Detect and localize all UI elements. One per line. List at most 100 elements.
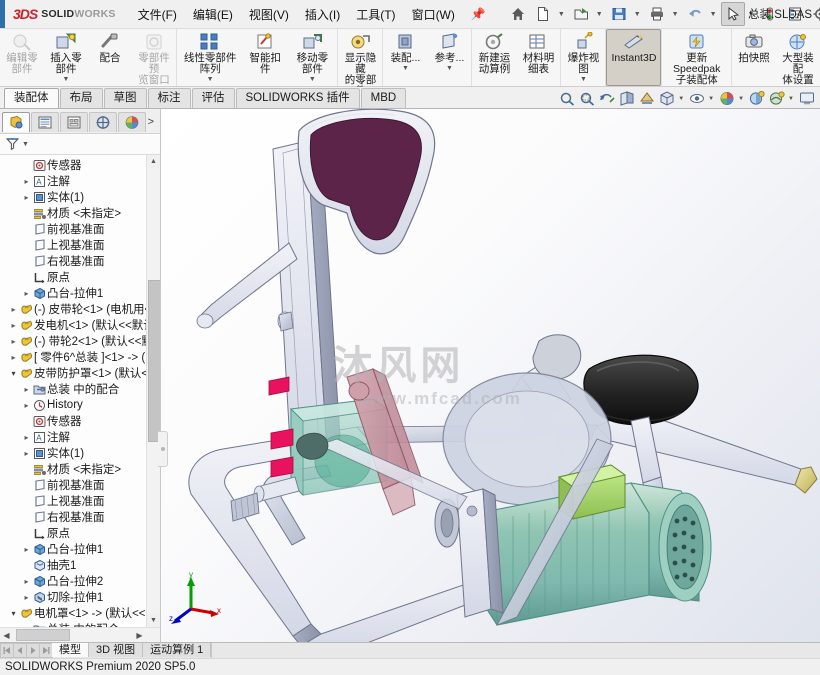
tree-filter-bar[interactable]: ▼ bbox=[0, 134, 160, 155]
tree-horizontal-scrollbar[interactable]: ◀ ▶ bbox=[0, 627, 160, 642]
tree-node[interactable]: ▸ (-) 皮带轮<1> (电机用< bbox=[2, 301, 160, 317]
dropdown-caret-icon[interactable]: ▼ bbox=[669, 11, 682, 18]
menu-insert[interactable]: 插入(I) bbox=[297, 2, 348, 27]
scroll-down-arrow-icon[interactable]: ▼ bbox=[147, 614, 160, 627]
tab-layout[interactable]: 布局 bbox=[59, 88, 103, 108]
tree-scroll-thumb[interactable] bbox=[148, 280, 160, 442]
tree-twisty-collapsed-icon[interactable]: ▸ bbox=[21, 577, 32, 586]
tree-node[interactable]: 前视基准面 bbox=[2, 477, 160, 493]
dropdown-caret-icon[interactable]: ▼ bbox=[707, 11, 720, 18]
dropdown-caret-icon[interactable]: ▼ bbox=[676, 96, 686, 102]
viewport-layout-icon[interactable] bbox=[797, 89, 816, 108]
tree-node[interactable]: ▸ 总装 中的配合 bbox=[2, 381, 160, 397]
menu-window[interactable]: 窗口(W) bbox=[404, 2, 463, 27]
tab-solidworks-addins[interactable]: SOLIDWORKS 插件 bbox=[235, 88, 360, 108]
pin-icon[interactable]: 📌 bbox=[463, 5, 494, 23]
new-document-icon[interactable] bbox=[531, 2, 555, 26]
bill-of-materials-button[interactable]: 材料明 细表 bbox=[516, 29, 560, 86]
panel-resize-grip[interactable] bbox=[158, 431, 168, 467]
tree-node[interactable]: ▸ (-) 带轮2<1> (默认<<默 bbox=[2, 333, 160, 349]
bottom-tab-model[interactable]: 模型 bbox=[52, 643, 89, 657]
instant3d-button[interactable]: Instant3D bbox=[606, 29, 662, 86]
tree-twisty-collapsed-icon[interactable]: ▸ bbox=[8, 337, 19, 346]
apply-scene-icon[interactable] bbox=[747, 89, 766, 108]
tree-node[interactable]: 前视基准面 bbox=[2, 221, 160, 237]
tree-node[interactable]: 上视基准面 bbox=[2, 493, 160, 509]
tree-node[interactable]: 传感器 bbox=[2, 157, 160, 173]
exploded-view-button[interactable]: 爆炸视图 ▼ bbox=[561, 29, 605, 86]
tree-twisty-expanded-icon[interactable]: ▾ bbox=[8, 369, 19, 378]
tree-node[interactable]: ▸ A 注解 bbox=[2, 173, 160, 189]
tree-hscroll-thumb[interactable] bbox=[16, 629, 70, 641]
tree-node[interactable]: 右视基准面 bbox=[2, 253, 160, 269]
dropdown-caret-icon[interactable]: ▼ bbox=[446, 65, 453, 72]
dropdown-caret-icon[interactable]: ▼ bbox=[786, 96, 796, 102]
tree-node[interactable]: ▸ History bbox=[2, 397, 160, 413]
tree-node[interactable]: ▸ 凸台-拉伸1 bbox=[2, 541, 160, 557]
take-snapshot-button[interactable]: 拍快照 bbox=[732, 29, 776, 86]
home-icon[interactable] bbox=[506, 2, 530, 26]
tree-twisty-collapsed-icon[interactable]: ▸ bbox=[21, 177, 32, 186]
expand-manager-tabs-button[interactable]: > bbox=[148, 116, 158, 128]
view-orientation-icon[interactable] bbox=[637, 89, 656, 108]
tree-node[interactable]: ▸ 实体(1) bbox=[2, 445, 160, 461]
undo-icon[interactable] bbox=[683, 2, 707, 26]
menu-file[interactable]: 文件(F) bbox=[130, 2, 185, 27]
tree-twisty-expanded-icon[interactable]: ▾ bbox=[8, 609, 19, 618]
tree-vertical-scrollbar[interactable]: ▲ ▼ bbox=[146, 155, 160, 627]
tree-node[interactable]: ▸ A 注解 bbox=[2, 429, 160, 445]
assembly-features-button[interactable]: 装配... ▼ bbox=[383, 29, 427, 86]
previous-view-icon[interactable] bbox=[597, 89, 616, 108]
dimxpert-manager-tab[interactable] bbox=[89, 112, 117, 132]
assembly-model-3d[interactable] bbox=[161, 109, 820, 642]
move-component-button[interactable]: 移动零部件 ▼ bbox=[287, 29, 337, 86]
smart-fasteners-button[interactable]: 智能扣 件 bbox=[243, 29, 287, 86]
first-icon[interactable] bbox=[0, 643, 14, 658]
tree-node[interactable]: ▸ 切除-拉伸1 bbox=[2, 589, 160, 605]
configuration-manager-tab[interactable] bbox=[60, 112, 88, 132]
section-view-icon[interactable] bbox=[617, 89, 636, 108]
feature-manager-tab[interactable] bbox=[2, 112, 30, 132]
feature-tree[interactable]: 传感器 ▸ A 注解 ▸ 实体(1) 材质 <未指定> 前视基准面 上视基准面 … bbox=[0, 155, 160, 627]
tree-twisty-collapsed-icon[interactable]: ▸ bbox=[8, 321, 19, 330]
tree-node[interactable]: 材质 <未指定> bbox=[2, 461, 160, 477]
bottom-tab-motion-study-1[interactable]: 运动算例 1 bbox=[143, 643, 212, 657]
scroll-left-arrow-icon[interactable]: ◀ bbox=[0, 631, 13, 640]
tree-node[interactable]: ▸ 实体(1) bbox=[2, 189, 160, 205]
dropdown-caret-icon[interactable]: ▼ bbox=[736, 96, 746, 102]
edit-appearance-icon[interactable] bbox=[717, 89, 736, 108]
scroll-right-arrow-icon[interactable]: ▶ bbox=[133, 631, 146, 640]
display-style-icon[interactable] bbox=[657, 89, 676, 108]
tree-node[interactable]: ▾ 电机罩<1> -> (默认<< bbox=[2, 605, 160, 621]
tree-twisty-collapsed-icon[interactable]: ▸ bbox=[21, 593, 32, 602]
tree-node[interactable]: ▸ 凸台-拉伸2 bbox=[2, 573, 160, 589]
tree-twisty-collapsed-icon[interactable]: ▸ bbox=[21, 401, 32, 410]
tree-twisty-collapsed-icon[interactable]: ▸ bbox=[21, 385, 32, 394]
bottom-tab-3dviews[interactable]: 3D 视图 bbox=[89, 643, 144, 657]
tree-node[interactable]: 上视基准面 bbox=[2, 237, 160, 253]
view-settings-icon[interactable] bbox=[767, 89, 786, 108]
next-icon[interactable] bbox=[26, 643, 40, 658]
dropdown-caret-icon[interactable]: ▼ bbox=[593, 11, 606, 18]
tab-mbd[interactable]: MBD bbox=[360, 88, 407, 108]
tree-node[interactable]: ▾ 皮带防护罩<1> (默认< bbox=[2, 365, 160, 381]
tree-node[interactable]: 原点 bbox=[2, 269, 160, 285]
tree-twisty-collapsed-icon[interactable]: ▸ bbox=[21, 289, 32, 298]
show-hidden-components-button[interactable]: 显示隐藏 的零部件 bbox=[338, 29, 382, 97]
tree-twisty-collapsed-icon[interactable]: ▸ bbox=[8, 305, 19, 314]
last-icon[interactable] bbox=[39, 643, 53, 658]
dropdown-caret-icon[interactable]: ▼ bbox=[63, 76, 70, 83]
tree-twisty-collapsed-icon[interactable]: ▸ bbox=[21, 433, 32, 442]
dropdown-caret-icon[interactable]: ▼ bbox=[555, 11, 568, 18]
save-icon[interactable] bbox=[607, 2, 631, 26]
tree-node[interactable]: ▸ 发电机<1> (默认<<默认 bbox=[2, 317, 160, 333]
tab-sketch[interactable]: 草图 bbox=[103, 88, 147, 108]
dropdown-caret-icon[interactable]: ▼ bbox=[402, 65, 409, 72]
hide-show-items-icon[interactable] bbox=[687, 89, 706, 108]
tree-node[interactable]: 右视基准面 bbox=[2, 509, 160, 525]
property-manager-tab[interactable] bbox=[31, 112, 59, 132]
dropdown-caret-icon[interactable]: ▼ bbox=[580, 76, 587, 83]
dropdown-caret-icon[interactable]: ▼ bbox=[631, 11, 644, 18]
zoom-to-area-icon[interactable] bbox=[577, 89, 596, 108]
reference-geometry-button[interactable]: 参考... ▼ bbox=[427, 29, 471, 86]
